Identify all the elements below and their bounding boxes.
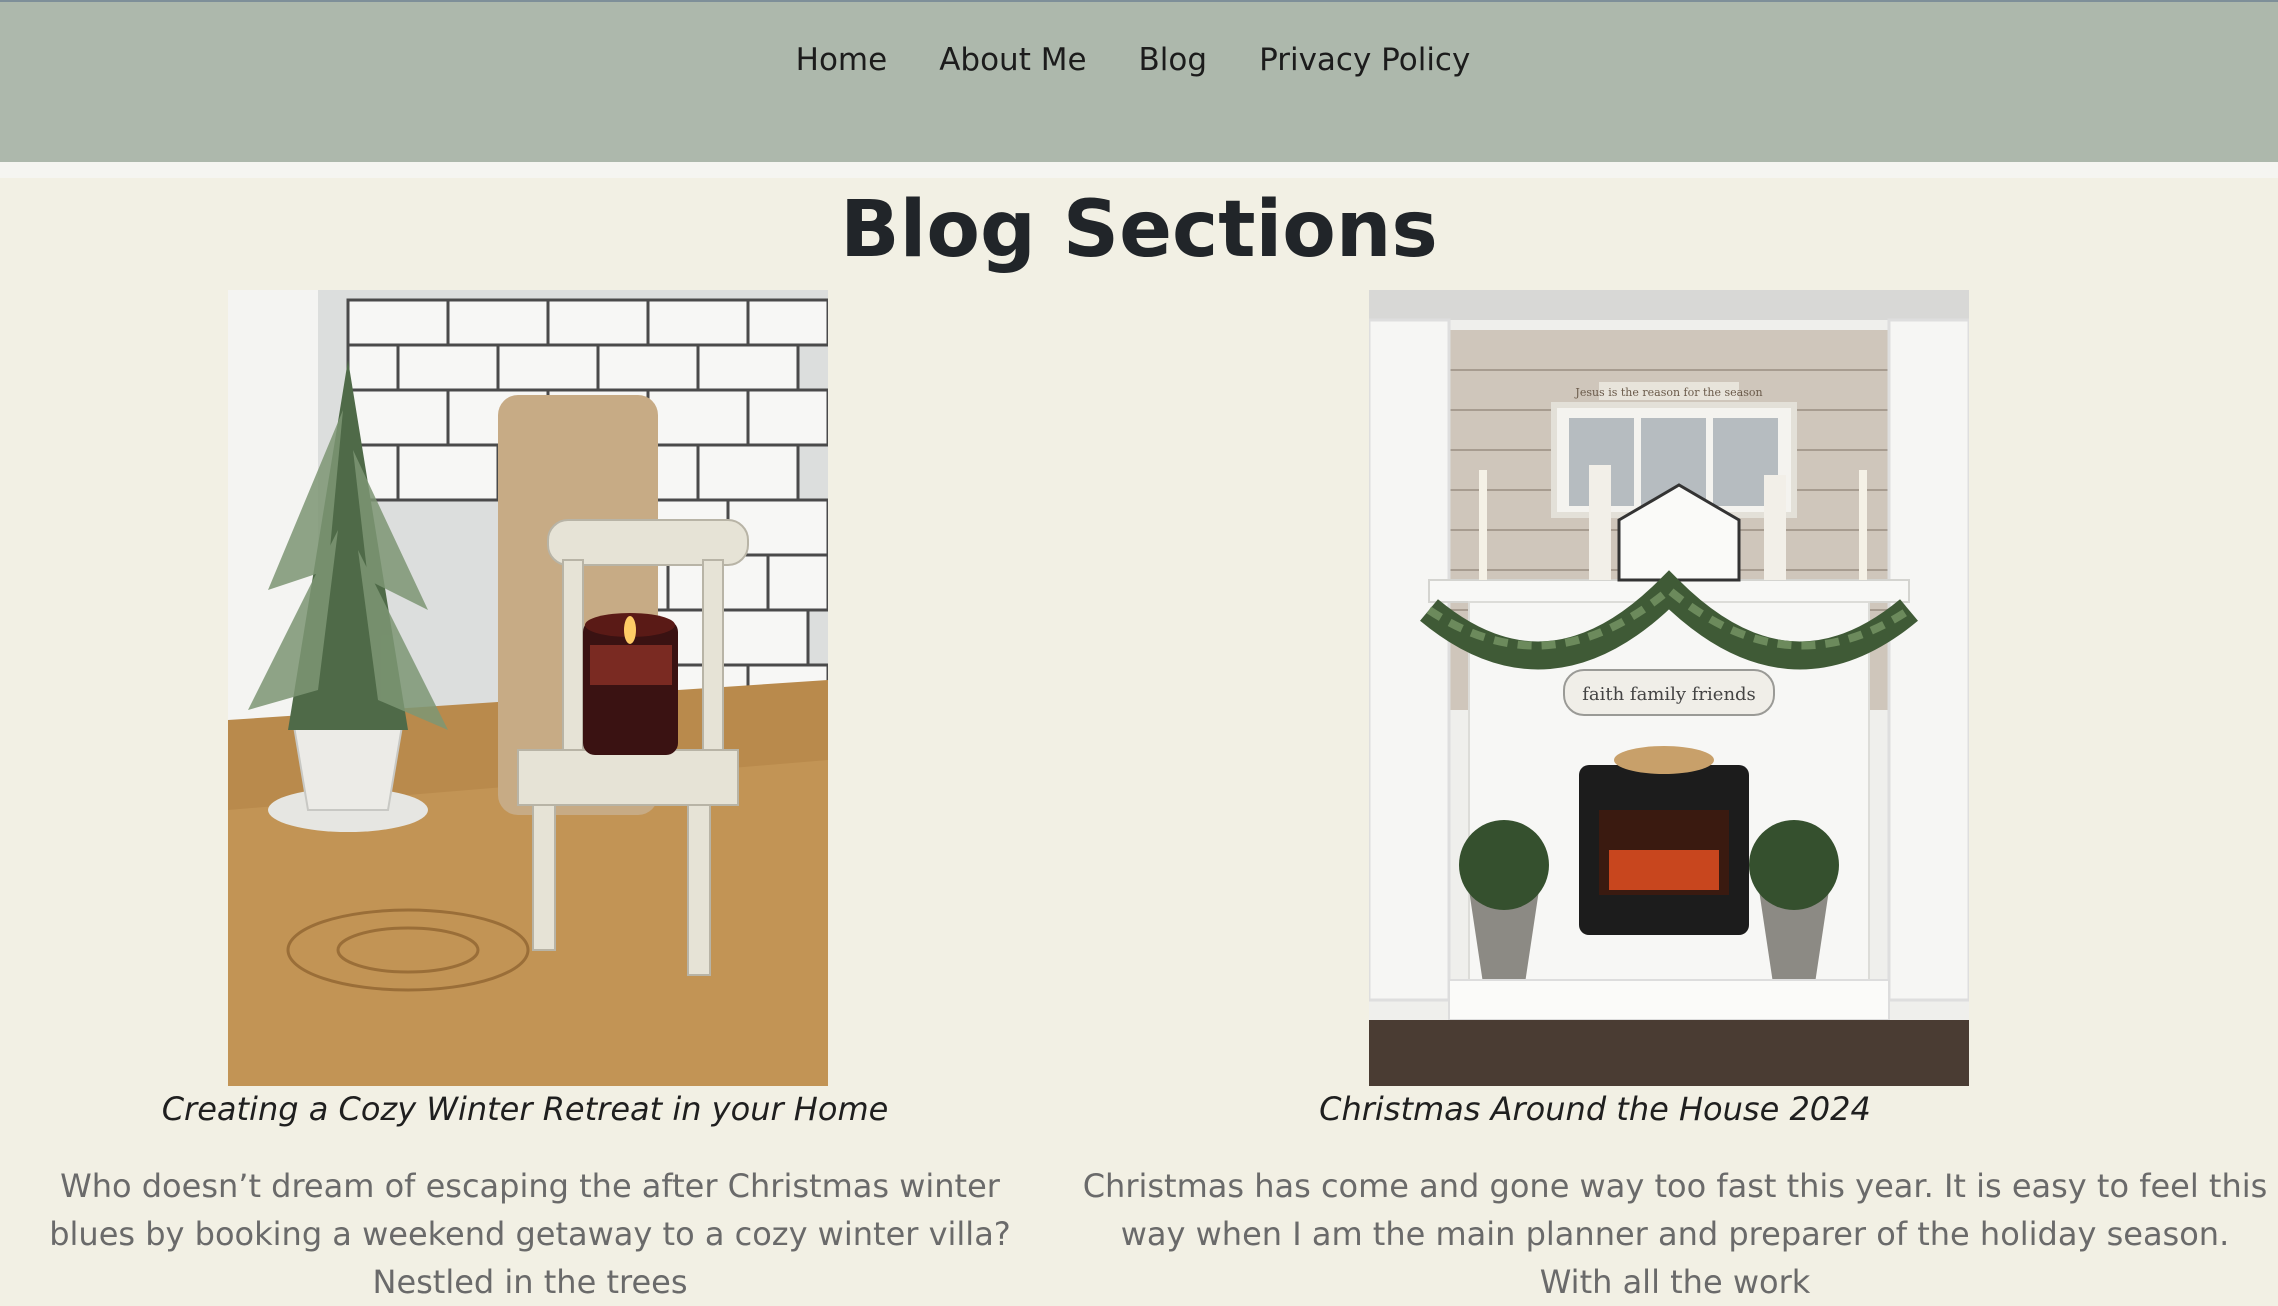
nav-menu: Home About Me Blog Privacy Policy [0, 42, 2278, 78]
fireplace-top-sign: Jesus is the reason for the season [1574, 386, 1762, 399]
fireplace-sign-text: faith family friends [1582, 684, 1756, 705]
post-caption[interactable]: Christmas Around the House 2024 [1070, 1090, 2120, 1128]
nav-item-about-me[interactable]: About Me [939, 42, 1086, 78]
top-navbar: Home About Me Blog Privacy Policy [0, 0, 2278, 162]
post-excerpt: Christmas has come and gone way too fast… [1082, 1167, 2268, 1301]
photo-christmas-fireplace-icon[interactable]: Jesus is the reason for the season faith… [1369, 290, 1969, 1086]
nav-item-privacy-policy[interactable]: Privacy Policy [1259, 42, 1470, 78]
nav-item-home[interactable]: Home [796, 42, 888, 78]
post-caption[interactable]: Creating a Cozy Winter Retreat in your H… [0, 1090, 1050, 1128]
photo-candle-chair-icon[interactable] [228, 290, 828, 1086]
nav-item-blog[interactable]: Blog [1139, 42, 1208, 78]
post-excerpt: Who doesn’t dream of escaping the after … [49, 1167, 1011, 1301]
header-divider [0, 162, 2278, 178]
page-title: Blog Sections [840, 185, 1438, 275]
